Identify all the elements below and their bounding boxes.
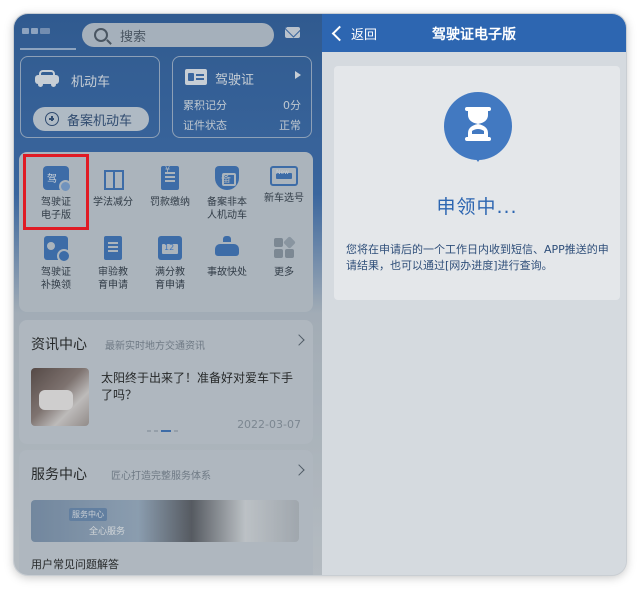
vehicle-card-title: 机动车 (71, 75, 111, 90)
app-window: 搜索 机动车 备案机动车 驾驶证 累积记分 0分 证件状态 正常 驾 驾驶证电子… (14, 14, 626, 575)
service-label: 更多 (274, 267, 294, 278)
nav-bar: 返回 驾驶证电子版 (322, 14, 626, 52)
search-bar[interactable]: 搜索 (82, 23, 274, 47)
e-license-screen: 返回 驾驶证电子版 申领中... 您将在申请后的一个工作日内收到短信、APP推送… (322, 14, 626, 575)
service-item-new-plate[interactable]: New 新车选号 (255, 166, 313, 205)
plus-circle-icon (45, 112, 59, 126)
license-status-value: 正常 (279, 119, 301, 132)
service-label: 审验教育申请 (98, 267, 128, 291)
service-label: 新车选号 (264, 193, 304, 204)
home-screen: 搜索 机动车 备案机动车 驾驶证 累积记分 0分 证件状态 正常 驾 驾驶证电子… (14, 14, 322, 575)
page-title: 驾驶证电子版 (432, 27, 516, 43)
service-item-more[interactable]: 更多 (255, 236, 313, 279)
status-description: 您将在申请后的一个工作日内收到短信、APP推送的申请结果，也可以通过[网办进度]… (346, 243, 609, 272)
police-car-icon (214, 236, 240, 260)
license-card[interactable]: 驾驶证 累积记分 0分 证件状态 正常 (172, 56, 312, 138)
search-icon (94, 28, 108, 42)
news-card[interactable]: 资讯中心 最新实时地方交通资讯 太阳终于出来了！准备好对爱车下手了吗？ 2022… (19, 320, 313, 444)
service-center-card[interactable]: 服务中心 匠心打造完整服务体系 服务中心 全心服务 用户常见问题解答 (19, 450, 313, 575)
id-card-icon (185, 69, 207, 85)
service-banner-tag: 服务中心 (69, 508, 107, 521)
service-item-accident-quick[interactable]: 事故快处 (198, 236, 256, 279)
application-status-card: 申领中... 您将在申请后的一个工作日内收到短信、APP推送的申请结果，也可以通… (334, 66, 620, 300)
service-banner[interactable]: 服务中心 全心服务 (31, 500, 299, 542)
service-item-register-others-vehicle[interactable]: 备 备案非本人机动车 (198, 166, 256, 222)
hourglass-icon (444, 92, 512, 162)
license-status-row: 证件状态 正常 (183, 117, 301, 133)
license-replace-icon (44, 236, 71, 263)
service-item-license-replace[interactable]: 驾驶证补换领 (27, 236, 85, 292)
chevron-right-icon[interactable] (293, 334, 305, 346)
mail-icon[interactable] (285, 27, 300, 38)
service-center-subtitle: 匠心打造完整服务体系 (111, 471, 211, 482)
more-grid-icon (272, 236, 296, 260)
car-icon (35, 69, 59, 87)
license-status-label: 证件状态 (183, 119, 227, 132)
news-headline[interactable]: 太阳终于出来了！准备好对爱车下手了吗？ (101, 370, 297, 404)
app-logo (22, 28, 50, 34)
service-item-study-reduce-points[interactable]: 学法减分 (84, 166, 142, 209)
book-icon (101, 166, 125, 190)
vehicle-card[interactable]: 机动车 备案机动车 (20, 56, 160, 138)
home-topbar: 搜索 (14, 14, 322, 52)
register-vehicle-button[interactable]: 备案机动车 (33, 107, 149, 131)
service-item-pay-fine[interactable]: ¥ 罚款缴纳 (141, 165, 199, 209)
license-points-row: 累积记分 0分 (183, 97, 301, 113)
service-label: 驾驶证补换领 (41, 267, 71, 291)
fine-receipt-icon: ¥ (161, 165, 179, 190)
search-placeholder: 搜索 (120, 29, 147, 45)
carousel-dots (147, 430, 178, 432)
status-title: 申领中... (436, 196, 518, 218)
service-label: 备案非本人机动车 (207, 197, 247, 221)
register-vehicle-label: 备案机动车 (67, 113, 133, 129)
faq-link[interactable]: 用户常见问题解答 (31, 556, 119, 572)
plate-new-icon: New (270, 166, 298, 186)
license-points-value: 0分 (283, 99, 301, 112)
license-card-title: 驾驶证 (215, 73, 255, 88)
service-item-review-education[interactable]: 审验教育申请 (84, 236, 142, 292)
shield-register-icon: 备 (215, 166, 239, 190)
news-section-subtitle: 最新实时地方交通资讯 (105, 341, 205, 352)
news-date: 2022-03-07 (237, 418, 301, 431)
service-label: 满分教育申请 (155, 267, 185, 291)
service-label: 罚款缴纳 (150, 197, 190, 208)
service-item-full-score-education[interactable]: 12 满分教育申请 (141, 236, 199, 292)
service-label: 事故快处 (207, 267, 247, 278)
news-section-title: 资讯中心 (31, 337, 87, 353)
triangle-right-icon (295, 71, 301, 79)
license-points-label: 累积记分 (183, 99, 227, 112)
chevron-right-icon[interactable] (293, 464, 305, 476)
document-icon (104, 236, 122, 260)
service-label: 学法减分 (93, 197, 133, 208)
highlight-box (23, 154, 89, 230)
service-banner-text: 全心服务 (89, 527, 126, 537)
calendar-icon: 12 (158, 236, 182, 260)
logo-underline (20, 48, 76, 50)
service-center-title: 服务中心 (31, 467, 87, 483)
news-thumbnail (31, 368, 89, 426)
